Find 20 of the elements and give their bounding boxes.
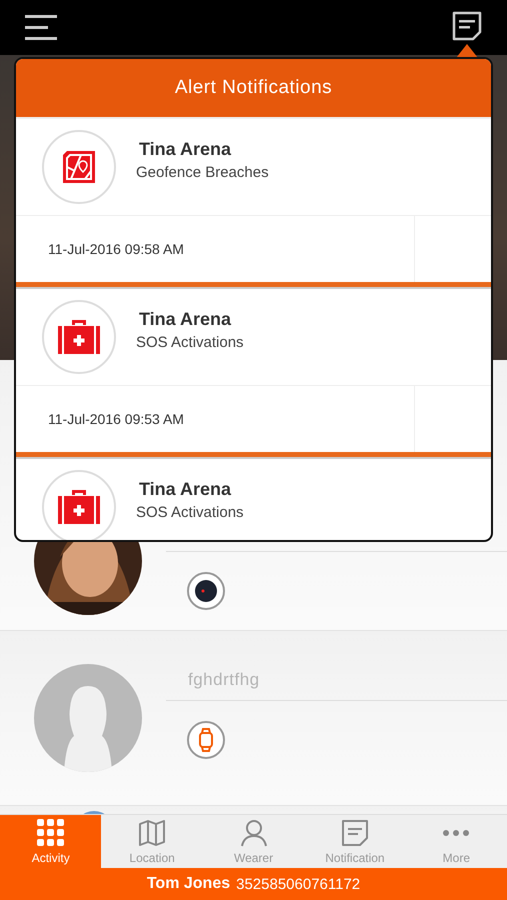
user-name: Tom Jones [146,875,230,893]
device-number: 352585060761172 [236,876,360,892]
popup-title: Alert Notifications [174,77,332,99]
alert-name: Tina Arena [138,479,232,500]
alert-time: 11-Jul-2016 09:58 AM [47,241,185,257]
alert-name: Tina Arena [138,139,232,160]
alert-time: 11-Jul-2016 09:53 AM [47,411,185,427]
tab[interactable]: Wearer [202,815,304,868]
alert-name: Tina Arena [138,309,232,330]
alert-type: SOS Activations [136,504,244,521]
tab[interactable]: Activity [0,815,102,868]
alert-type: SOS Activations [136,334,244,351]
tab[interactable]: Location [101,815,203,868]
alert-item[interactable]: Tina Arena SOS Activations 11-Jul-2016 09:53 AM [16,289,491,459]
alert-item[interactable]: Tina Arena Geofence Breaches 11-Jul-2016 09:58 AM [16,119,491,289]
member-name: fghdrtfhg [166,658,507,700]
alert-item[interactable]: Tina Arena SOS Activations [16,459,491,540]
tab[interactable]: Notification [304,815,406,868]
tab[interactable]: More [406,815,507,868]
alert-type: Geofence Breaches [136,164,269,181]
